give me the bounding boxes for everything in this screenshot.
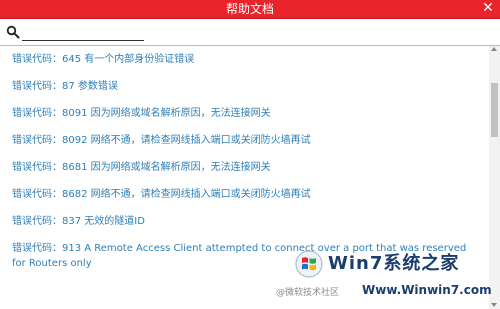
error-code-list: 错误代码：645 有一个内部身份验证错误 错误代码：87 参数错误 错误代码：8…: [0, 46, 489, 271]
error-item-8682[interactable]: 错误代码：8682 网络不通，请检查网线插入端口或关闭防火墙再试: [12, 187, 474, 202]
error-item-87[interactable]: 错误代码：87 参数错误: [12, 79, 474, 94]
help-window: 帮助文档 ✕ 错误代码：645 有一个内部身份验证错误 错误代码：87 参数错误…: [0, 0, 500, 309]
close-icon[interactable]: ✕: [480, 0, 496, 18]
watermark-domain: Www.Winwin7.com: [362, 283, 492, 297]
watermark-wechat: @微软技术社区: [276, 288, 340, 298]
error-item-837[interactable]: 错误代码：837 无效的隧道ID: [12, 214, 474, 229]
search-input[interactable]: [22, 24, 144, 41]
site-watermark: Win7系统之家 @微软技术社区 Www.Winwin7.com: [276, 247, 492, 305]
error-item-8091[interactable]: 错误代码：8091 因为网络或域名解析原因，无法连接网关: [12, 106, 474, 121]
error-item-645[interactable]: 错误代码：645 有一个内部身份验证错误: [12, 52, 474, 67]
windows-logo-icon: [295, 250, 323, 278]
window-title: 帮助文档: [225, 2, 274, 16]
scroll-up-arrow-icon[interactable]: [491, 47, 497, 51]
watermark-brand: Win7系统之家: [328, 253, 460, 274]
search-bar: [6, 24, 144, 42]
title-bar[interactable]: 帮助文档 ✕: [0, 0, 500, 19]
vertical-scrollbar[interactable]: [489, 46, 500, 309]
scroll-thumb[interactable]: [491, 83, 498, 137]
search-icon[interactable]: [6, 25, 20, 39]
scroll-down-arrow-icon[interactable]: [491, 303, 497, 307]
error-item-8681[interactable]: 错误代码：8681 因为网络或域名解析原因，无法连接网关: [12, 160, 474, 175]
error-item-8092[interactable]: 错误代码：8092 网络不通，请检查网线插入端口或关闭防火墙再试: [12, 133, 474, 148]
